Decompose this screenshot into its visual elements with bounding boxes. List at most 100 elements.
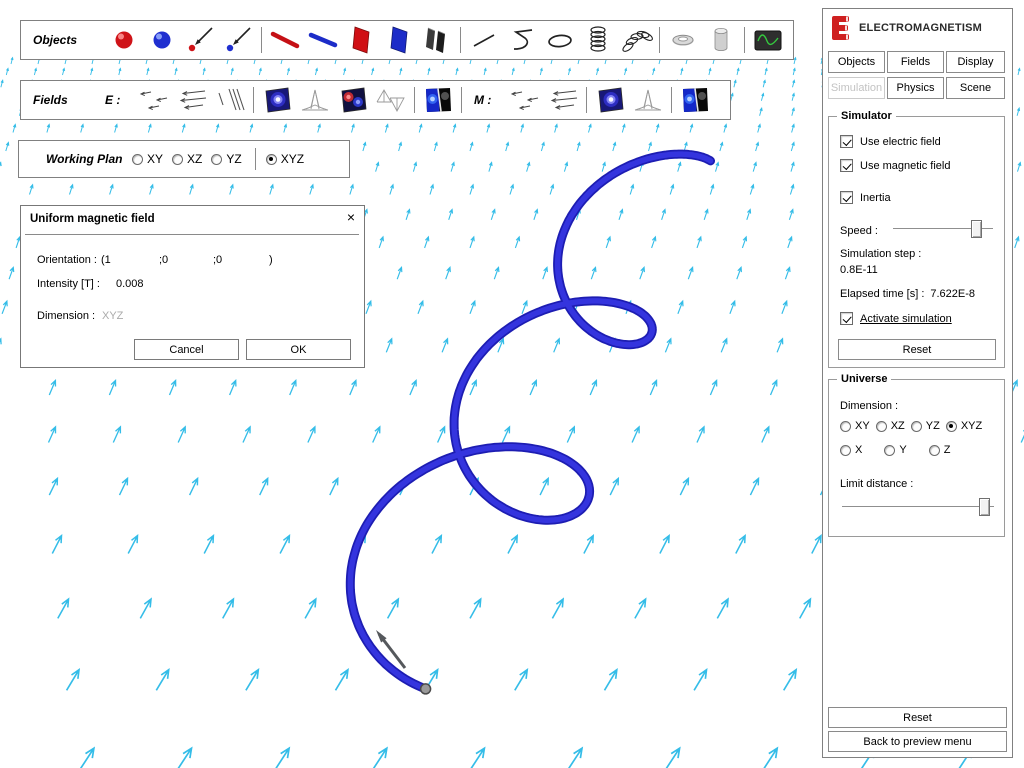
radio-z-circle[interactable]	[929, 445, 940, 456]
field-lines-icon[interactable]	[211, 83, 249, 117]
red-rod-icon[interactable]	[266, 23, 304, 57]
radio-xy[interactable]: XY	[132, 152, 163, 166]
curved-wire-icon[interactable]	[503, 23, 541, 57]
blue-rod-icon[interactable]	[304, 23, 342, 57]
nav-fields-button[interactable]: Fields	[887, 51, 944, 73]
oscilloscope-icon[interactable]	[749, 23, 787, 57]
speed-label: Speed :	[840, 225, 878, 237]
blue-glow-plate-icon[interactable]	[258, 83, 296, 117]
blue-charge-arrow-icon[interactable]	[219, 23, 257, 57]
blue-plate-icon[interactable]	[380, 23, 418, 57]
use-electric-field-checkbox[interactable]	[840, 135, 853, 148]
radio-xyz-circle[interactable]	[946, 421, 957, 432]
cancel-button[interactable]: Cancel	[134, 339, 239, 360]
red-charge-arrow-icon[interactable]	[181, 23, 219, 57]
mesh-peak-icon[interactable]	[296, 83, 334, 117]
nav-display-button[interactable]: Display	[946, 51, 1005, 73]
solenoid-icon[interactable]	[579, 23, 617, 57]
uniform-arrows-icon[interactable]	[544, 83, 582, 117]
universe-dimension-row2: X Y Z	[840, 444, 972, 456]
orientation-z-field[interactable]: ;0	[213, 254, 222, 266]
use-magnetic-field-checkbox-row[interactable]: Use magnetic field	[840, 159, 951, 172]
bent-solenoid-icon[interactable]	[617, 23, 655, 57]
use-electric-field-checkbox-row[interactable]: Use electric field	[840, 135, 941, 148]
universe-group: Universe Dimension : XYXZYZXYZ XYZ Limit…	[828, 379, 1005, 537]
limit-distance-slider[interactable]	[842, 498, 994, 516]
magnetic-field-items	[506, 81, 714, 119]
use-magnetic-field-checkbox[interactable]	[840, 159, 853, 172]
inertia-label: Inertia	[860, 192, 891, 204]
radio-xz-circle[interactable]	[172, 154, 183, 165]
radio-xz-circle[interactable]	[876, 421, 887, 432]
uniform-arrows-icon[interactable]	[173, 83, 211, 117]
radio-yz-circle[interactable]	[211, 154, 222, 165]
radio-xz-label: XZ	[187, 152, 202, 166]
cylinder-magnet-icon[interactable]	[702, 23, 740, 57]
radio-z[interactable]: Z	[929, 444, 951, 456]
speed-slider-thumb[interactable]	[971, 220, 982, 238]
sparse-arrows-icon[interactable]	[135, 83, 173, 117]
radio-xy-circle[interactable]	[132, 154, 143, 165]
radio-xy-label: XY	[855, 420, 870, 432]
speed-slider[interactable]	[893, 220, 993, 238]
radio-xyz[interactable]: XYZ	[946, 420, 982, 432]
radio-xyz-circle[interactable]	[266, 154, 277, 165]
close-icon[interactable]: ×	[347, 210, 355, 224]
radio-z-label: Z	[944, 444, 951, 456]
radio-x[interactable]: X	[840, 444, 862, 456]
radio-yz[interactable]: YZ	[211, 152, 241, 166]
intensity-field[interactable]: 0.008	[116, 278, 144, 290]
radio-xz[interactable]: XZ	[172, 152, 202, 166]
radio-y[interactable]: Y	[884, 444, 906, 456]
split-map-icon[interactable]	[419, 83, 457, 117]
wire-loop-icon[interactable]	[541, 23, 579, 57]
capacitor-plates-icon[interactable]	[418, 23, 456, 57]
radio-xz[interactable]: XZ	[876, 420, 905, 432]
mesh-peak-icon[interactable]	[629, 83, 667, 117]
sparse-arrows-icon[interactable]	[506, 83, 544, 117]
radio-y-circle[interactable]	[884, 445, 895, 456]
activate-simulation-checkbox-row[interactable]: Activate simulation	[840, 312, 952, 325]
uniform-magnetic-field-dialog: Uniform magnetic field × Orientation : (…	[20, 205, 365, 368]
toolbar-divider	[460, 27, 461, 53]
app-logo-icon	[831, 15, 851, 41]
radio-yz-circle[interactable]	[911, 421, 922, 432]
blue-sphere-icon[interactable]	[143, 23, 181, 57]
orientation-x-field[interactable]: (1	[101, 254, 111, 266]
inertia-checkbox-row[interactable]: Inertia	[840, 191, 891, 204]
wire-segment-icon[interactable]	[465, 23, 503, 57]
radio-yz-label: YZ	[226, 152, 241, 166]
red-plate-icon[interactable]	[342, 23, 380, 57]
radio-xyz[interactable]: XYZ	[266, 152, 304, 166]
limit-distance-slider-track[interactable]	[842, 506, 994, 508]
radio-xy[interactable]: XY	[840, 420, 870, 432]
electric-field-items	[135, 81, 466, 119]
nav-scene-button[interactable]: Scene	[946, 77, 1005, 99]
intensity-label: Intensity [T] :	[37, 278, 100, 290]
sidebar-nav: ObjectsFieldsDisplaySimulationPhysicsSce…	[828, 51, 1005, 99]
split-map-icon[interactable]	[676, 83, 714, 117]
radio-y-label: Y	[899, 444, 906, 456]
simulator-reset-button[interactable]: Reset	[838, 339, 996, 360]
radio-xz-label: XZ	[891, 420, 905, 432]
nav-objects-button[interactable]: Objects	[828, 51, 885, 73]
orientation-y-field[interactable]: ;0	[159, 254, 168, 266]
dimension-label: Dimension :	[37, 310, 95, 322]
blue-glow-plate-icon[interactable]	[591, 83, 629, 117]
ring-magnet-icon[interactable]	[664, 23, 702, 57]
reset-button[interactable]: Reset	[828, 707, 1007, 728]
radio-x-circle[interactable]	[840, 445, 851, 456]
activate-simulation-checkbox[interactable]	[840, 312, 853, 325]
mesh-bipolar-icon[interactable]	[372, 83, 410, 117]
radio-yz[interactable]: YZ	[911, 420, 940, 432]
inertia-checkbox[interactable]	[840, 191, 853, 204]
red-sphere-icon[interactable]	[105, 23, 143, 57]
ok-button[interactable]: OK	[246, 339, 351, 360]
nav-physics-button[interactable]: Physics	[887, 77, 944, 99]
back-to-preview-menu-button[interactable]: Back to preview menu	[828, 731, 1007, 752]
limit-distance-slider-thumb[interactable]	[979, 498, 990, 516]
radio-xy-circle[interactable]	[840, 421, 851, 432]
electric-field-section-label: E :	[105, 93, 135, 107]
toolbar-divider	[253, 87, 254, 113]
red-blue-plate-icon[interactable]	[334, 83, 372, 117]
